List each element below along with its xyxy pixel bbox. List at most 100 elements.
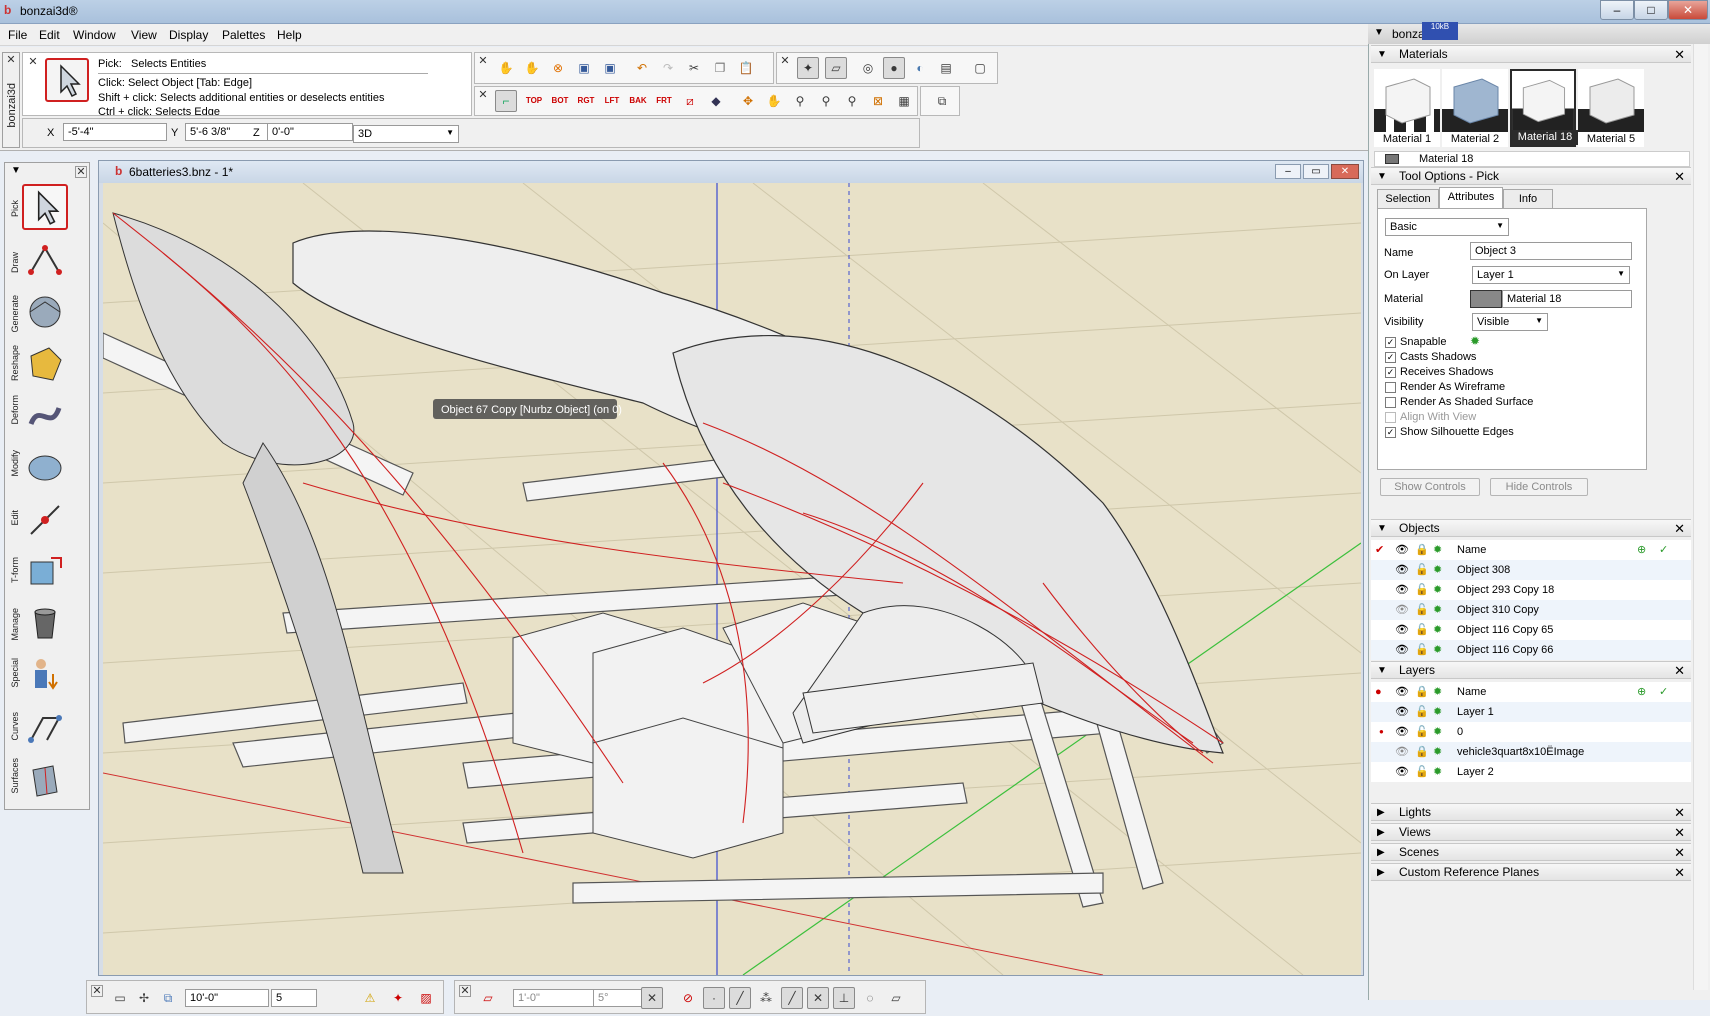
list-item[interactable]: ● 👁 🔓 ✹ 0: [1371, 722, 1691, 742]
scrollbar[interactable]: [1693, 44, 1708, 990]
material-swatch-1[interactable]: Material 1: [1374, 69, 1440, 147]
list-item[interactable]: 👁 🔓 ✹ Layer 2: [1371, 762, 1691, 782]
hidden-line-icon[interactable]: ▤: [935, 57, 957, 79]
viewport-3d[interactable]: Object 67 Copy [Nurbz Object] (on 0): [103, 183, 1361, 975]
unlock-icon[interactable]: 🔓: [1415, 620, 1429, 640]
zoom-window-icon[interactable]: ▦: [893, 90, 915, 112]
zoom-icon[interactable]: ⚲: [789, 90, 811, 112]
snap-icon[interactable]: ✹: [1433, 722, 1442, 742]
cube-view-icon[interactable]: ⧉: [157, 987, 179, 1009]
surfaces-tool-button[interactable]: [22, 757, 68, 803]
material-swatch-18[interactable]: Material 18: [1510, 69, 1578, 147]
material-picker-icon[interactable]: [1470, 290, 1502, 308]
lock-icon[interactable]: 🔒: [1415, 682, 1429, 702]
snap-icon[interactable]: ✹: [1433, 762, 1442, 782]
show-controls-button[interactable]: Show Controls: [1380, 478, 1480, 496]
list-item[interactable]: 👁 🔓 ✹ Layer 1: [1371, 702, 1691, 722]
draw-tool-button[interactable]: [22, 237, 68, 283]
snap-intersect-icon[interactable]: ✕: [807, 987, 829, 1009]
list-item[interactable]: 👁 🔓 ✹ Object 310 Copy: [1371, 600, 1691, 620]
unlock-icon[interactable]: 🔓: [1415, 600, 1429, 620]
reference-planes-header[interactable]: ▶ Custom Reference Planes ✕: [1371, 863, 1691, 881]
close-button[interactable]: ✕: [1668, 0, 1708, 20]
snap-icon[interactable]: ✹: [1433, 580, 1442, 600]
views-header[interactable]: ▶ Views ✕: [1371, 823, 1691, 841]
add-object-icon[interactable]: ⊕: [1637, 540, 1646, 560]
confirm-icon[interactable]: ✓: [1659, 682, 1668, 702]
snap-icon[interactable]: ✹: [1433, 702, 1442, 722]
list-item[interactable]: 👁 🔓 ✹ Object 116 Copy 66: [1371, 640, 1691, 660]
modify-tool-button[interactable]: [22, 445, 68, 491]
toolbar-close-icon[interactable]: ✕: [477, 90, 489, 102]
menu-display[interactable]: Display: [169, 28, 208, 42]
eye-icon[interactable]: 👁: [1395, 620, 1409, 640]
snap-line-icon[interactable]: ╱: [729, 987, 751, 1009]
view-frt-button[interactable]: FRT: [653, 90, 675, 112]
layers-header[interactable]: ▼ Layers ✕: [1371, 661, 1691, 679]
material-swatch-2[interactable]: Material 2: [1442, 69, 1508, 147]
z-field[interactable]: 0'-0": [267, 123, 353, 141]
maximize-button[interactable]: □: [1634, 0, 1668, 20]
increment-field[interactable]: 1'-0": [513, 989, 597, 1007]
level-select[interactable]: Basic ▼: [1385, 218, 1509, 236]
menu-help[interactable]: Help: [277, 28, 302, 42]
views-close-icon[interactable]: ✕: [1674, 824, 1685, 841]
scenes-header[interactable]: ▶ Scenes ✕: [1371, 843, 1691, 861]
delete-icon[interactable]: ⊗: [547, 57, 569, 79]
snap-icon[interactable]: ✦: [797, 57, 819, 79]
snap-icon[interactable]: ✹: [1433, 540, 1442, 560]
palette-close-icon[interactable]: ✕: [75, 166, 87, 178]
eye-icon[interactable]: 👁: [1395, 560, 1409, 580]
generate-tool-button[interactable]: [22, 289, 68, 335]
manage-tool-button[interactable]: [22, 601, 68, 647]
hand-select-icon[interactable]: ✋: [495, 57, 517, 79]
shaded-icon[interactable]: ●: [883, 57, 905, 79]
active-layer-icon[interactable]: ●: [1375, 682, 1382, 702]
minimize-button[interactable]: –: [1600, 0, 1634, 20]
snap-x-icon[interactable]: ✕: [641, 987, 663, 1009]
menu-palettes[interactable]: Palettes: [222, 28, 265, 42]
x-field[interactable]: -5'-4": [63, 123, 167, 141]
snapable-checkbox[interactable]: ✓: [1385, 337, 1396, 348]
undo-icon[interactable]: ↶: [631, 57, 653, 79]
snap-perp-icon[interactable]: ⊥: [833, 987, 855, 1009]
snap-center-icon[interactable]: ◌: [859, 987, 881, 1009]
reference-planes-close-icon[interactable]: ✕: [1674, 864, 1685, 881]
pick-tool-icon[interactable]: [45, 58, 89, 102]
cut-icon[interactable]: ✂: [683, 57, 705, 79]
lights-close-icon[interactable]: ✕: [1674, 804, 1685, 821]
deform-tool-button[interactable]: [22, 393, 68, 439]
no-snap-icon[interactable]: ⊘: [677, 987, 699, 1009]
visibility-icon[interactable]: 👁: [1395, 682, 1409, 702]
layer-select[interactable]: Layer 1 ▼: [1472, 266, 1630, 284]
grid-toggle-icon[interactable]: ▭: [109, 987, 131, 1009]
orbit-icon[interactable]: ✥: [737, 90, 759, 112]
tab-attributes[interactable]: Attributes: [1439, 187, 1503, 209]
confirm-icon[interactable]: ✓: [1659, 540, 1668, 560]
objects-close-icon[interactable]: ✕: [1674, 520, 1685, 537]
special-tool-button[interactable]: [22, 653, 68, 699]
camera-icon[interactable]: ◆: [705, 90, 727, 112]
menu-view[interactable]: View: [131, 28, 157, 42]
name-field[interactable]: Object 3: [1470, 242, 1632, 260]
select-all-icon[interactable]: ✔: [1375, 540, 1384, 560]
snap-icon[interactable]: ✹: [1433, 682, 1442, 702]
bottom-close-icon[interactable]: ✕: [91, 985, 103, 997]
snap-icon[interactable]: ✹: [1433, 560, 1442, 580]
eye-hidden-icon[interactable]: 👁: [1395, 600, 1409, 620]
material-swatch-5[interactable]: Material 5: [1578, 69, 1644, 147]
align-view-checkbox[interactable]: [1385, 412, 1396, 423]
plane-icon[interactable]: ▱: [477, 987, 499, 1009]
paste-icon[interactable]: 📋: [735, 57, 757, 79]
mode-select[interactable]: 3D ▼: [353, 125, 459, 143]
snap-icon[interactable]: ✹: [1433, 600, 1442, 620]
materials-header[interactable]: ▼ Materials ✕: [1371, 45, 1691, 63]
grid-spacing-field[interactable]: 10'-0": [185, 989, 269, 1007]
tool-options-close-icon[interactable]: ✕: [1674, 168, 1685, 185]
box-icon[interactable]: ▢: [969, 57, 991, 79]
save-as-icon[interactable]: ▣: [599, 57, 621, 79]
redo-icon[interactable]: ↷: [657, 57, 679, 79]
toolbar-close-icon[interactable]: ✕: [779, 56, 791, 68]
list-item[interactable]: 👁 🔓 ✹ Object 293 Copy 18: [1371, 580, 1691, 600]
unlock-icon[interactable]: 🔓: [1415, 640, 1429, 660]
